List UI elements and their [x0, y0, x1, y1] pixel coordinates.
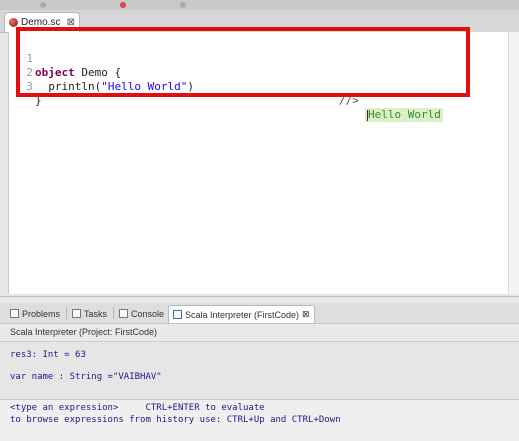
toolbar-icon[interactable] [40, 2, 46, 8]
tasks-icon [72, 309, 81, 318]
tab-label: Problems [22, 308, 61, 319]
scala-interpreter-icon [173, 310, 182, 319]
expression-input[interactable]: <type an expression> CTRL+ENTER to evalu… [0, 399, 519, 441]
highlight-annotation [16, 27, 470, 97]
tab-label: Tasks [84, 308, 108, 319]
console-icon [119, 309, 128, 318]
editor-scrollbar[interactable] [508, 32, 519, 294]
separator [66, 307, 67, 319]
panel-tab-bar: Problems Tasks Console Scala Interpreter… [0, 303, 519, 324]
separator [113, 307, 114, 319]
output-line: var name : String ="VAIBHAV" [10, 372, 162, 382]
close-icon[interactable]: ⊠ [302, 309, 310, 320]
tab-scala-interpreter[interactable]: Scala Interpreter (FirstCode) ⊠ [168, 305, 315, 323]
interpreter-title: Scala Interpreter (Project: FirstCode) [10, 327, 158, 337]
evaluation-result: Hello World [365, 108, 443, 122]
input-placeholder: <type an expression> CTRL+ENTER to evalu… [10, 403, 265, 413]
history-hint: to browse expressions from history use: … [10, 415, 341, 425]
toolbar-icon[interactable] [120, 2, 126, 8]
bottom-panel: Problems Tasks Console Scala Interpreter… [0, 296, 519, 441]
tab-tasks[interactable]: Tasks [72, 305, 107, 322]
output-line: res3: Int = 63 [10, 350, 86, 360]
problems-icon [10, 309, 19, 318]
scala-file-icon [9, 18, 18, 27]
toolbar-icon[interactable] [180, 2, 186, 8]
interpreter-output[interactable]: res3: Int = 63 var name : String ="VAIBH… [0, 341, 519, 402]
tab-problems[interactable]: Problems [10, 305, 60, 322]
tab-label: Scala Interpreter (FirstCode) [185, 309, 300, 320]
window-top-toolbar [0, 0, 519, 10]
tab-console[interactable]: Console [119, 305, 164, 322]
tab-label: Console [131, 308, 165, 319]
